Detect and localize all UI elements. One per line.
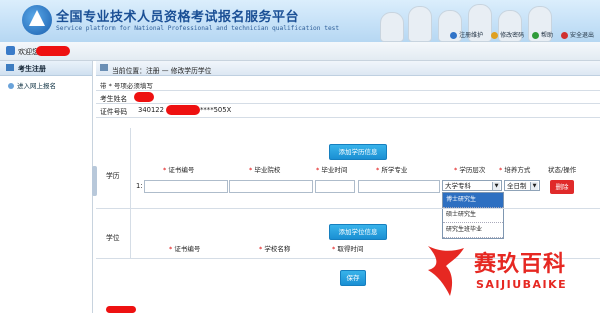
watermark-text-cn: 赛玖百科 [474,252,567,277]
add-education-button[interactable]: 添加学历信息 [329,144,387,160]
redaction-mark [106,306,136,313]
site-subtitle: Service platform for National Profession… [56,25,340,32]
breadcrumb-text: 当前位置：注册 — 修改学历学位 [112,67,212,75]
col-school: * 毕业院校 [249,166,281,174]
help-icon [532,32,540,39]
watermark: 赛玖百科 SAIJIUBAIKE [420,242,600,302]
level-option[interactable]: 博士研究生 [443,193,503,208]
watermark-logo-icon [428,246,464,296]
logout-icon [560,32,568,39]
col-degree-cert-number: * 证书编号 [169,245,201,253]
home-icon [100,64,108,71]
sidebar-item-label: 进入网上报名 [17,82,56,90]
col-grad-date: * 毕业时间 [316,166,348,174]
breadcrumb: 当前位置：注册 — 修改学历学位 [96,61,600,76]
link-profile[interactable]: 注册维护 [450,32,483,39]
redaction-mark [134,92,154,102]
welcome-bar: 欢迎您 [0,42,600,61]
sidebar-heading-label: 考生注册 [18,65,46,73]
sidebar: 考生注册 进入网上报名 [0,61,93,313]
school-input[interactable] [229,180,313,193]
level-select-value: 大学专科 [445,182,471,190]
cert-number-input[interactable] [144,180,228,193]
site-title: 全国专业技术人员资格考试报名服务平台 [56,10,300,25]
col-status-action: 状态/操作 [548,166,577,174]
key-icon [491,32,499,39]
redaction-mark [166,105,200,115]
name-label: 考生姓名 [100,95,128,103]
watermark-text-en: SAIJIUBAIKE [476,278,568,291]
user-icon [450,32,458,39]
required-note: 带 * 号项必须填写 [100,82,153,90]
id-value-suffix: ****505X [200,106,232,114]
envelope-icon [6,64,14,71]
delete-button[interactable]: 删除 [550,180,574,194]
save-button[interactable]: 保存 [340,270,366,286]
user-icon [6,46,15,55]
sidebar-heading: 考生注册 [0,61,92,76]
row-index: 1: [136,182,143,190]
degree-section-label: 学位 [106,234,120,242]
col-degree-date: * 取得时间 [332,245,364,253]
platform-logo-icon [22,5,52,35]
id-label: 证件号码 [100,108,128,116]
link-help[interactable]: 帮助 [532,32,553,39]
level-option[interactable]: 研究生班毕业 [443,223,503,238]
link-change-password[interactable]: 修改密码 [491,32,524,39]
chevron-down-icon[interactable]: ▼ [492,182,500,190]
grad-date-input[interactable] [315,180,355,193]
col-cert-number: * 证书编号 [163,166,195,174]
header-banner: 全国专业技术人员资格考试报名服务平台 Service platform for … [0,0,600,42]
add-degree-button[interactable]: 添加学位信息 [329,224,387,240]
level-option[interactable]: 硕士研究生 [443,208,503,223]
bullet-icon [8,83,14,89]
top-links: 注册维护 修改密码 帮助 安全退出 [444,30,594,39]
training-select[interactable]: 全日制 ▼ [504,180,540,191]
chevron-down-icon[interactable]: ▼ [530,182,538,190]
training-select-value: 全日制 [507,182,527,190]
col-level: * 学历层次 [454,166,486,174]
sidebar-item-online-registration[interactable]: 进入网上报名 [8,80,56,90]
major-input[interactable] [358,180,440,193]
level-dropdown-list: 博士研究生 硕士研究生 研究生班毕业 [442,192,504,239]
level-select[interactable]: 大学专科 ▼ [442,180,502,191]
id-value-prefix: 340122 [138,106,164,114]
education-section-label: 学历 [106,172,120,180]
col-training: * 培养方式 [499,166,531,174]
link-logout[interactable]: 安全退出 [560,32,594,39]
col-degree-school: * 学校名称 [259,245,291,253]
redaction-mark [36,46,70,56]
col-major: * 所学专业 [376,166,408,174]
